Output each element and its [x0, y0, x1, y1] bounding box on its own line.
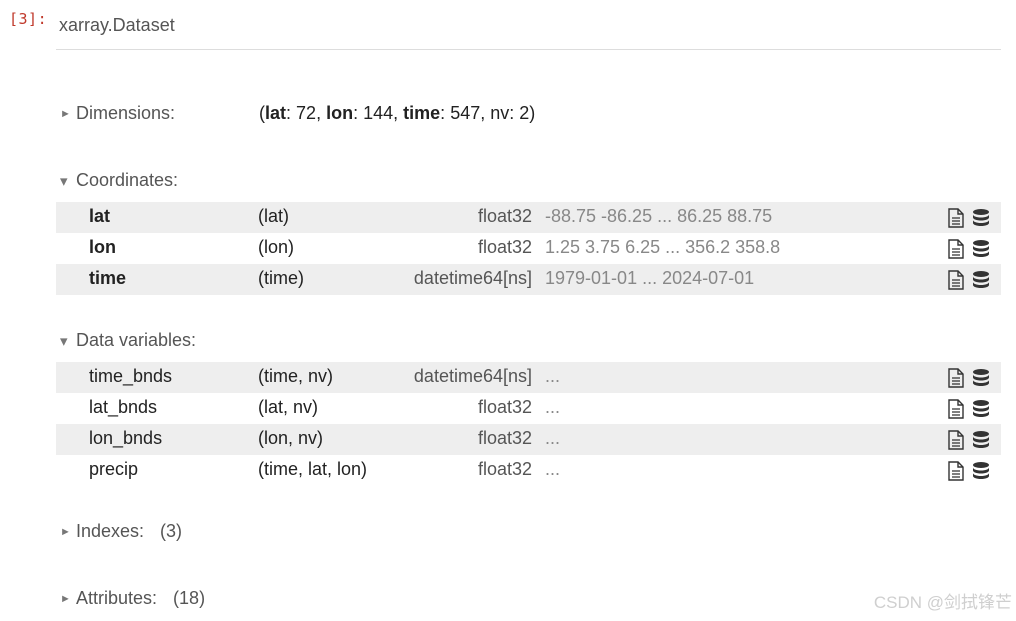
- dim-size: 2: [519, 103, 530, 123]
- dataset-title: xarray.Dataset: [59, 15, 175, 35]
- var-dims: (time, lat, lon): [258, 459, 368, 479]
- dim-size: 144: [363, 103, 394, 123]
- var-preview: ...: [545, 428, 561, 448]
- dim-name: lon: [326, 103, 354, 123]
- var-dtype: float32: [477, 237, 532, 257]
- var-dims: (lon): [258, 237, 295, 257]
- file-text-icon[interactable]: [947, 270, 965, 290]
- dim-name: lat: [265, 103, 287, 123]
- dim-size: 72: [296, 103, 317, 123]
- file-text-icon[interactable]: [947, 399, 965, 419]
- file-text-icon[interactable]: [947, 368, 965, 388]
- coordinates-label: Coordinates:: [76, 170, 179, 190]
- data-variables-label: Data variables:: [76, 330, 197, 350]
- coord-row-lon: lon (lon) float32 1.25 3.75 6.25 ... 356…: [56, 233, 1001, 264]
- expand-arrow-icon: ►: [60, 592, 71, 605]
- cell-prompt: [3]:: [9, 10, 48, 28]
- dataset-header: xarray.Dataset: [56, 0, 1001, 50]
- var-name: lon: [89, 237, 116, 257]
- file-text-icon[interactable]: [947, 461, 965, 481]
- dim-name: time: [403, 103, 441, 123]
- var-dims: (time, nv): [258, 366, 334, 386]
- data-var-row-lat-bnds: lat_bnds (lat, nv) float32 ...: [56, 393, 1001, 424]
- indexes-label: Indexes:: [76, 521, 145, 541]
- section-attributes[interactable]: ► Attributes: (18): [60, 588, 205, 609]
- var-name: time_bnds: [89, 366, 173, 386]
- var-dims: (lon, nv): [258, 428, 324, 448]
- data-var-row-time-bnds: time_bnds (time, nv) datetime64[ns] ...: [56, 362, 1001, 393]
- file-text-icon[interactable]: [947, 430, 965, 450]
- file-text-icon[interactable]: [947, 208, 965, 228]
- var-dtype: float32: [477, 206, 532, 226]
- database-icon[interactable]: [972, 270, 990, 290]
- var-dtype: float32: [477, 397, 532, 417]
- section-coordinates[interactable]: ▾ Coordinates:: [60, 170, 178, 191]
- database-icon[interactable]: [972, 239, 990, 259]
- var-preview: ...: [545, 366, 561, 386]
- var-name: lat_bnds: [89, 397, 158, 417]
- var-dims: (lat): [258, 206, 289, 226]
- dimensions-list: (lat: 72, lon: 144, time: 547, nv: 2): [259, 103, 536, 123]
- indexes-count: (3): [160, 521, 183, 541]
- section-data-variables[interactable]: ▾ Data variables:: [60, 330, 196, 351]
- var-dims: (lat, nv): [258, 397, 319, 417]
- database-icon[interactable]: [972, 430, 990, 450]
- notebook-output: [3]: xarray.Dataset ► Dimensions: (lat: …: [0, 0, 1016, 621]
- coord-row-time: time (time) datetime64[ns] 1979-01-01 ..…: [56, 264, 1001, 295]
- var-name: time: [89, 268, 127, 288]
- dim-size: 547: [450, 103, 481, 123]
- data-var-row-lon-bnds: lon_bnds (lon, nv) float32 ...: [56, 424, 1001, 455]
- var-preview: ...: [545, 459, 561, 479]
- section-indexes[interactable]: ► Indexes: (3): [60, 521, 182, 542]
- var-name: lat: [89, 206, 111, 226]
- database-icon[interactable]: [972, 208, 990, 228]
- var-preview: -88.75 -86.25 ... 86.25 88.75: [545, 206, 773, 226]
- coord-row-lat: lat (lat) float32 -88.75 -86.25 ... 86.2…: [56, 202, 1001, 233]
- expand-arrow-icon: ►: [60, 107, 71, 120]
- data-variables-table: time_bnds (time, nv) datetime64[ns] ... …: [56, 362, 1001, 486]
- var-name: precip: [89, 459, 139, 479]
- coordinates-table: lat (lat) float32 -88.75 -86.25 ... 86.2…: [56, 202, 1001, 295]
- var-preview: ...: [545, 397, 561, 417]
- attributes-label: Attributes:: [76, 588, 158, 608]
- watermark: CSDN @剑拭锋芒: [873, 593, 1012, 612]
- var-dtype: float32: [477, 459, 532, 479]
- database-icon[interactable]: [972, 368, 990, 388]
- var-preview: 1.25 3.75 6.25 ... 356.2 358.8: [545, 237, 781, 257]
- data-var-row-precip: precip (time, lat, lon) float32 ...: [56, 455, 1001, 486]
- dim-name: nv: [490, 103, 510, 123]
- collapse-arrow-icon: ▾: [60, 332, 68, 350]
- expand-arrow-icon: ►: [60, 525, 71, 538]
- database-icon[interactable]: [972, 461, 990, 481]
- dimensions-label: Dimensions:: [76, 103, 176, 123]
- database-icon[interactable]: [972, 399, 990, 419]
- var-dims: (time): [258, 268, 304, 288]
- file-text-icon[interactable]: [947, 239, 965, 259]
- var-name: lon_bnds: [89, 428, 163, 448]
- attributes-count: (18): [173, 588, 206, 608]
- collapse-arrow-icon: ▾: [60, 172, 68, 190]
- section-dimensions[interactable]: ► Dimensions:: [60, 103, 175, 124]
- var-dtype: float32: [477, 428, 532, 448]
- var-preview: 1979-01-01 ... 2024-07-01: [545, 268, 755, 288]
- var-dtype: datetime64[ns]: [413, 366, 532, 386]
- var-dtype: datetime64[ns]: [413, 268, 532, 288]
